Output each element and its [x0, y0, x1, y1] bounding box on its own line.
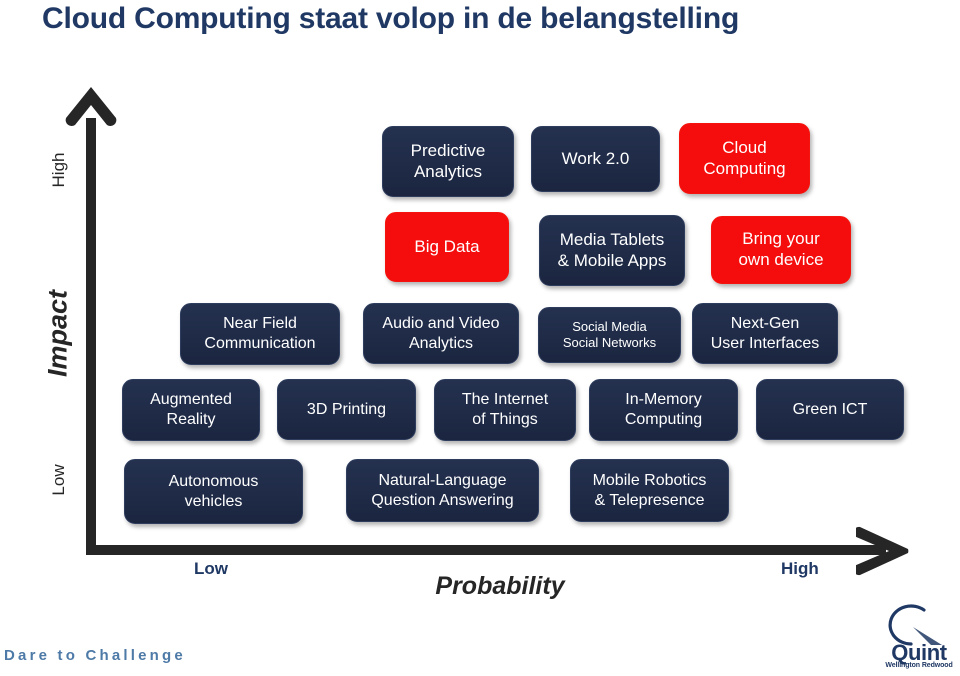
- technology-box[interactable]: Social Media Social Networks: [538, 307, 681, 363]
- x-axis-high-label: High: [781, 559, 819, 578]
- technology-box[interactable]: Work 2.0: [531, 126, 660, 192]
- technology-box[interactable]: In-Memory Computing: [589, 379, 738, 441]
- technology-box[interactable]: Augmented Reality: [122, 379, 260, 441]
- quint-logo: Quint Wellington Redwood: [878, 604, 960, 672]
- x-axis-arrow-icon: [853, 522, 914, 585]
- technology-box[interactable]: Bring your own device: [711, 216, 851, 284]
- technology-box[interactable]: Audio and Video Analytics: [363, 303, 519, 364]
- y-axis-title: Impact: [42, 289, 73, 378]
- technology-box-label: Media Tablets & Mobile Apps: [557, 229, 667, 270]
- technology-box[interactable]: 3D Printing: [277, 379, 416, 440]
- technology-box-label: Next-Gen User Interfaces: [710, 314, 820, 352]
- technology-box-label: The Internet of Things: [461, 391, 549, 428]
- technology-box[interactable]: Green ICT: [756, 379, 904, 440]
- technology-box-label: In-Memory Computing: [624, 391, 703, 428]
- technology-box[interactable]: Autonomous vehicles: [124, 459, 303, 524]
- technology-box-label: Work 2.0: [561, 148, 630, 168]
- technology-box-label: Cloud Computing: [703, 137, 786, 178]
- technology-box[interactable]: Predictive Analytics: [382, 126, 514, 197]
- x-axis-line: [86, 545, 886, 555]
- y-axis-arrow-icon: [62, 84, 120, 135]
- technology-box-label: Audio and Video Analytics: [382, 314, 500, 352]
- technology-box-label: Bring your own device: [738, 229, 824, 269]
- technology-box-label: 3D Printing: [306, 400, 387, 418]
- technology-box-label: Mobile Robotics & Telepresence: [592, 471, 707, 509]
- technology-box[interactable]: The Internet of Things: [434, 379, 576, 441]
- technology-box[interactable]: Cloud Computing: [679, 123, 810, 194]
- y-axis-high-label: High: [49, 152, 68, 188]
- technology-box-label: Big Data: [414, 236, 480, 256]
- quint-logo-subtitle: Wellington Redwood: [885, 662, 953, 669]
- technology-box-label: Near Field Communication: [204, 315, 316, 352]
- technology-box[interactable]: Media Tablets & Mobile Apps: [539, 215, 685, 286]
- technology-box-label: Predictive Analytics: [410, 140, 486, 181]
- technology-box[interactable]: Natural-Language Question Answering: [346, 459, 539, 522]
- page-title: Cloud Computing staat volop in de belang…: [42, 2, 740, 35]
- technology-box-label: Social Media Social Networks: [562, 319, 657, 350]
- x-axis-low-label: Low: [194, 559, 228, 578]
- technology-box-label: Autonomous vehicles: [168, 472, 259, 510]
- technology-box-label: Natural-Language Question Answering: [371, 471, 514, 509]
- technology-box[interactable]: Near Field Communication: [180, 303, 340, 365]
- technology-box[interactable]: Next-Gen User Interfaces: [692, 303, 838, 364]
- technology-box-label: Augmented Reality: [150, 391, 232, 428]
- technology-box[interactable]: Big Data: [385, 212, 509, 282]
- technology-box-label: Green ICT: [792, 400, 868, 418]
- y-axis-line: [86, 118, 96, 555]
- x-axis-title: Probability: [435, 572, 565, 600]
- technology-box[interactable]: Mobile Robotics & Telepresence: [570, 459, 729, 522]
- y-axis-low-label: Low: [49, 464, 68, 496]
- tagline: Dare to Challenge: [4, 647, 186, 664]
